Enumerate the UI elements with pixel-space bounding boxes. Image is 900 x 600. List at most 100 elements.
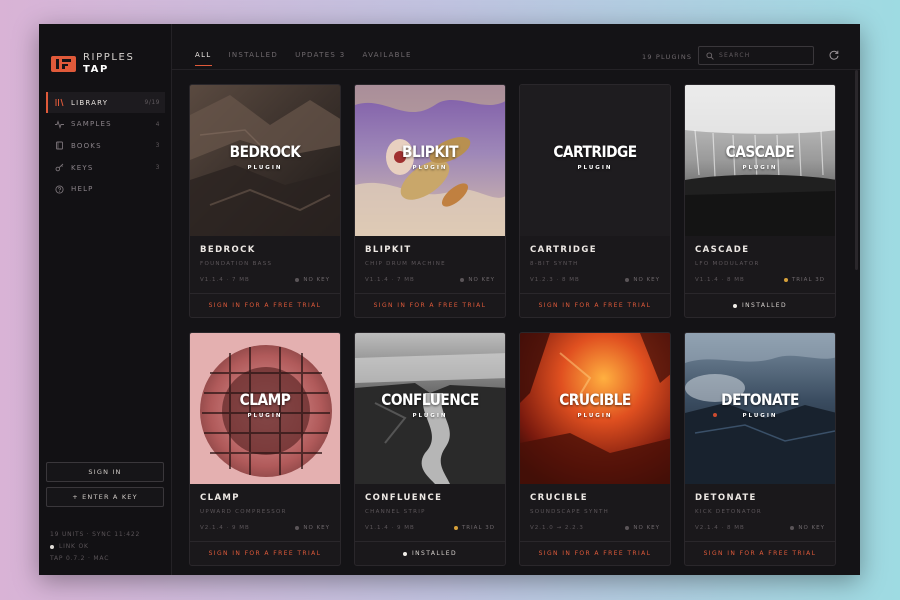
plugin-card-crucible[interactable]: CRUCIBLE PLUGIN CRUCIBLE SOUNDSCAPE SYNT… (519, 332, 671, 566)
search-box[interactable] (698, 46, 814, 65)
key-status-text: NO KEY (798, 525, 825, 531)
plugin-card-cascade[interactable]: CASCADE PLUGIN CASCADE LFO MODULATOR V1.… (684, 84, 836, 318)
sync-status: 19 UNITS · SYNC 11:422 (50, 531, 141, 538)
plugin-name: CONFLUENCE (365, 493, 443, 503)
tab-all[interactable]: ALL (195, 51, 212, 66)
key-status-dot-icon (295, 278, 300, 282)
plugin-name: CLAMP (200, 493, 240, 503)
sidebar-item-samples[interactable]: SAMPLES 4 (46, 114, 165, 135)
enter-key-button[interactable]: + ENTER A KEY (46, 487, 164, 507)
sidebar-item-help[interactable]: HELP (46, 179, 165, 200)
plugin-name: CRUCIBLE (530, 493, 588, 503)
free-trial-button[interactable]: SIGN IN FOR A FREE TRIAL (520, 293, 670, 317)
plugin-card-detonate[interactable]: DETONATE PLUGIN DETONATE KICK DETONATOR … (684, 332, 836, 566)
plugin-key-status: NO KEY (625, 525, 660, 531)
key-status-text: TRIAL 3D (461, 525, 495, 531)
sidebar-item-count: 3 (155, 142, 160, 150)
brand: RIPPLES TAP (51, 52, 134, 76)
free-trial-button[interactable]: SIGN IN FOR A FREE TRIAL (190, 541, 340, 565)
installed-label: INSTALLED (741, 302, 788, 309)
scrollbar[interactable] (855, 70, 858, 270)
search-input[interactable] (719, 52, 809, 59)
sidebar-footer: 19 UNITS · SYNC 11:422 LINK OK TAP 0.7.2… (50, 529, 140, 565)
free-trial-button[interactable]: SIGN IN FOR A FREE TRIAL (685, 541, 835, 565)
plugin-card-confluence[interactable]: CONFLUENCE PLUGIN CONFLUENCE CHANNEL STR… (354, 332, 506, 566)
plugin-version: V1.1.4 · 8 MB (695, 277, 745, 283)
key-status-dot-icon (790, 526, 795, 530)
plugin-art-subtitle: PLUGIN (247, 413, 283, 419)
installed-status[interactable]: INSTALLED (685, 293, 835, 317)
sidebar-item-label: HELP (71, 185, 94, 194)
plugin-card-bedrock[interactable]: BEDROCK PLUGIN BEDROCK FOUNDATION BASS V… (189, 84, 341, 318)
waveform-icon (55, 119, 64, 129)
sidebar-item-label: LIBRARY (71, 98, 109, 107)
sidebar-nav: LIBRARY 9/19 SAMPLES 4 BOOKS 3 KEYS 3 HE… (46, 92, 165, 200)
plugin-version: V1.1.4 · 9 MB (365, 525, 415, 531)
plugin-version: V2.1.4 · 8 MB (695, 525, 745, 531)
brand-logo-icon (51, 56, 76, 72)
plugin-key-status: NO KEY (790, 525, 825, 531)
plugin-description: FOUNDATION BASS (200, 261, 273, 267)
plugin-key-status: NO KEY (295, 277, 330, 283)
installed-status[interactable]: INSTALLED (355, 541, 505, 565)
installed-label: INSTALLED (411, 550, 458, 557)
plugin-art-title: CLAMP (239, 390, 291, 409)
sign-in-button[interactable]: SIGN IN (46, 462, 164, 482)
plugin-name: CASCADE (695, 245, 750, 255)
plugin-art-subtitle: PLUGIN (742, 165, 778, 171)
plugin-key-status: TRIAL 3D (783, 277, 825, 283)
installed-dot-icon (732, 303, 737, 308)
free-trial-button[interactable]: SIGN IN FOR A FREE TRIAL (190, 293, 340, 317)
plugin-name: BEDROCK (200, 245, 256, 255)
brand-name-line1: RIPPLES (83, 52, 135, 63)
plugin-description: UPWARD COMPRESSOR (200, 509, 287, 515)
key-icon (55, 163, 64, 172)
key-status-text: NO KEY (303, 525, 330, 531)
key-status-dot-icon (783, 278, 788, 282)
plugin-count: 19 PLUGINS (642, 53, 693, 61)
filter-tabs: ALL INSTALLED UPDATES 3 AVAILABLE (195, 51, 429, 66)
plugin-description: CHIP DRUM MACHINE (365, 261, 446, 267)
free-trial-button[interactable]: SIGN IN FOR A FREE TRIAL (355, 293, 505, 317)
plugin-art-subtitle: PLUGIN (412, 165, 448, 171)
help-icon (55, 185, 64, 194)
free-trial-button[interactable]: SIGN IN FOR A FREE TRIAL (520, 541, 670, 565)
plugin-card-clamp[interactable]: CLAMP PLUGIN CLAMP UPWARD COMPRESSOR V2.… (189, 332, 341, 566)
plugin-card-blipkit[interactable]: BLIPKIT PLUGIN BLIPKIT CHIP DRUM MACHINE… (354, 84, 506, 318)
library-icon (55, 98, 64, 107)
plugin-art-title: BLIPKIT (401, 142, 459, 161)
tab-updates[interactable]: UPDATES 3 (295, 51, 345, 66)
brand-name-line2: TAP (83, 64, 109, 75)
plugin-art-title: CASCADE (725, 142, 795, 161)
sidebar-item-count: 4 (155, 120, 160, 128)
plugin-card-cartridge[interactable]: CARTRIDGE PLUGIN CARTRIDGE 8-BIT SYNTH V… (519, 84, 671, 318)
link-status-dot-icon (50, 544, 54, 549)
sidebar-item-keys[interactable]: KEYS 3 (46, 157, 165, 178)
plugin-art-subtitle: PLUGIN (247, 165, 283, 171)
installed-dot-icon (402, 551, 407, 556)
plugin-version: V1.1.4 · 7 MB (365, 277, 415, 283)
plugin-version: V1.2.3 · 8 MB (530, 277, 580, 283)
sidebar-item-books[interactable]: BOOKS 3 (46, 135, 165, 156)
plugin-art-title: CRUCIBLE (559, 390, 631, 409)
plugin-key-status: NO KEY (625, 277, 660, 283)
plugin-art-title: CONFLUENCE (381, 390, 479, 409)
plugin-art-subtitle: PLUGIN (742, 413, 778, 419)
plugin-description: CHANNEL STRIP (365, 509, 426, 515)
plugin-version: V2.1.0 → 2.2.3 (530, 525, 584, 531)
plugin-art-subtitle: PLUGIN (577, 165, 613, 171)
plugin-name: CARTRIDGE (530, 245, 597, 255)
sidebar-item-label: KEYS (71, 163, 94, 172)
plugin-art-title: BEDROCK (229, 142, 301, 161)
refresh-icon[interactable] (828, 49, 840, 61)
sidebar-item-library[interactable]: LIBRARY 9/19 (46, 92, 165, 113)
plugin-art-subtitle: PLUGIN (577, 413, 613, 419)
key-status-text: NO KEY (303, 277, 330, 283)
plugin-version: V2.1.4 · 9 MB (200, 525, 250, 531)
key-status-text: NO KEY (633, 277, 660, 283)
sidebar-item-count: 9/19 (144, 99, 160, 106)
tab-available[interactable]: AVAILABLE (362, 51, 411, 66)
app-version: TAP 0.7.2 · MAC (50, 555, 110, 562)
tab-installed[interactable]: INSTALLED (229, 51, 279, 66)
key-status-text: TRIAL 3D (791, 277, 825, 283)
